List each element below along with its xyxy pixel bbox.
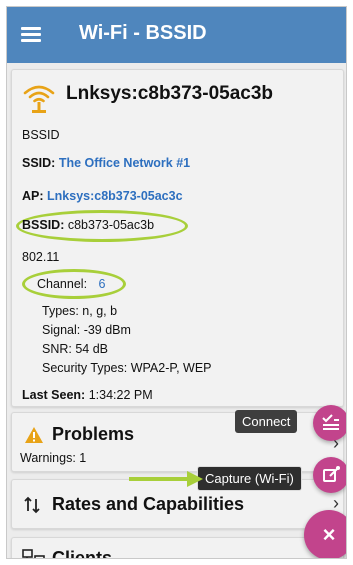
wifi-access-point-icon	[23, 85, 55, 113]
bssid-row: BSSID: c8b373-05ac3b	[22, 218, 154, 232]
clients-section[interactable]: Clients	[11, 537, 344, 559]
page-title: Wi-Fi - BSSID	[79, 22, 207, 44]
channel-row: Channel: 6	[37, 277, 105, 291]
signal-row: Signal: -39 dBm	[42, 323, 131, 337]
ap-link[interactable]: Lnksys:c8b373-05ac3c	[47, 189, 183, 203]
clients-title: Clients	[52, 548, 113, 559]
connect-fab[interactable]	[313, 405, 346, 441]
warnings-count: Warnings: 1	[20, 451, 87, 465]
snr-row: SNR: 54 dB	[42, 342, 109, 356]
capture-icon	[323, 466, 340, 482]
last-seen-row: Last Seen: 1:34:22 PM	[22, 388, 153, 402]
last-seen-value: 1:34:22 PM	[88, 388, 153, 402]
standard-value: 802.11	[22, 250, 60, 264]
clients-icon	[22, 549, 45, 558]
device-name: Lnksys:c8b373-05ac3b	[66, 83, 274, 104]
channel-value: 6	[98, 277, 106, 291]
ap-row: AP: Lnksys:c8b373-05ac3c	[22, 189, 183, 203]
last-seen-label: Last Seen:	[22, 388, 86, 402]
ap-label: AP:	[22, 189, 44, 203]
bssid-value: c8b373-05ac3b	[67, 218, 155, 232]
warning-icon	[25, 427, 43, 443]
ssid-link[interactable]: The Office Network #1	[59, 156, 190, 170]
capture-wifi-tooltip[interactable]: Capture (Wi-Fi)	[197, 466, 302, 491]
device-type: BSSID	[22, 128, 60, 142]
security-types-row: Security Types: WPA2-P, WEP	[42, 361, 212, 375]
ssid-row: SSID: The Office Network #1	[22, 156, 190, 170]
callout-arrow-icon	[129, 471, 203, 487]
close-icon: ×	[322, 522, 336, 547]
bssid-detail-card: Lnksys:c8b373-05ac3b BSSID SSID: The Off…	[11, 69, 344, 407]
connect-list-icon	[322, 414, 339, 430]
phone-screen: Wi-Fi - BSSID Lnksys:c8b373-05ac3b BSSID…	[6, 6, 347, 559]
rates-title: Rates and Capabilities	[52, 494, 245, 514]
capture-fab[interactable]	[313, 457, 346, 493]
connect-tooltip[interactable]: Connect	[235, 410, 298, 433]
app-bar: Wi-Fi - BSSID	[7, 7, 346, 63]
sort-arrows-icon	[24, 496, 40, 514]
channel-label: Channel:	[37, 277, 88, 291]
bssid-label: BSSID:	[22, 218, 65, 232]
close-fab-menu-button[interactable]: ×	[304, 510, 346, 558]
types-row: Types: n, g, b	[42, 304, 118, 318]
hamburger-menu-icon[interactable]	[21, 24, 43, 44]
problems-title: Problems	[52, 424, 135, 444]
ssid-label: SSID:	[22, 156, 56, 170]
